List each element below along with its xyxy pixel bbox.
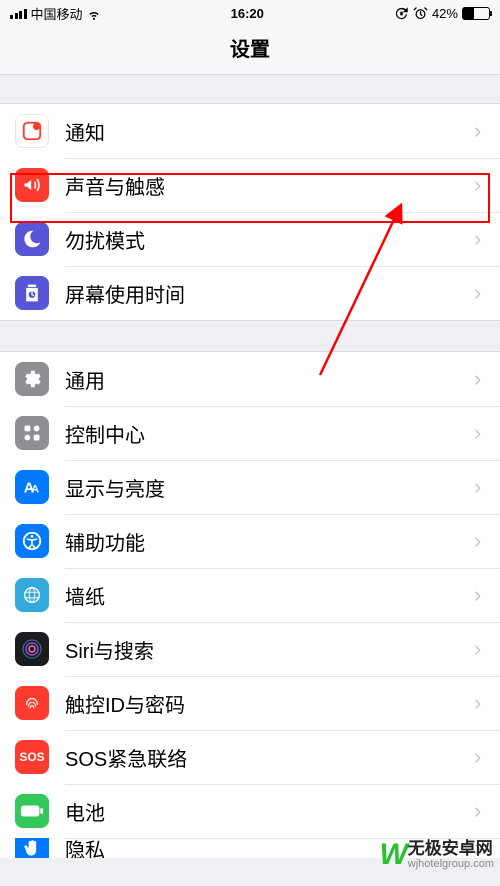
row-battery[interactable]: 电池 ›	[0, 784, 500, 838]
chevron-right-icon: ›	[474, 798, 486, 824]
chevron-right-icon: ›	[474, 690, 486, 716]
row-screen-time[interactable]: 屏幕使用时间 ›	[0, 266, 500, 320]
row-label: 显示与亮度	[65, 473, 474, 502]
row-display-brightness[interactable]: AA 显示与亮度 ›	[0, 460, 500, 514]
settings-group-1: 通知 › 声音与触感 › 勿扰模式 › 屏幕使用时间 ›	[0, 103, 500, 321]
dnd-moon-icon	[15, 222, 49, 256]
chevron-right-icon: ›	[474, 420, 486, 446]
row-label: 控制中心	[65, 419, 474, 448]
row-wallpaper[interactable]: 墙纸 ›	[0, 568, 500, 622]
battery-row-icon	[15, 794, 49, 828]
row-label: 声音与触感	[65, 171, 474, 200]
touch-id-icon	[15, 686, 49, 720]
row-sos[interactable]: SOS SOS紧急联络 ›	[0, 730, 500, 784]
control-center-icon	[15, 416, 49, 450]
row-do-not-disturb[interactable]: 勿扰模式 ›	[0, 212, 500, 266]
row-label: 勿扰模式	[65, 225, 474, 254]
row-label: 电池	[65, 797, 474, 826]
rotation-lock-icon	[394, 6, 409, 21]
row-touch-id-passcode[interactable]: 触控ID与密码 ›	[0, 676, 500, 730]
chevron-right-icon: ›	[474, 474, 486, 500]
watermark-url: wjhotelgroup.com	[408, 858, 494, 870]
status-right: 42%	[394, 6, 490, 21]
row-label: 屏幕使用时间	[65, 279, 474, 308]
chevron-right-icon: ›	[474, 528, 486, 554]
carrier-label: 中国移动	[31, 4, 83, 23]
row-control-center[interactable]: 控制中心 ›	[0, 406, 500, 460]
row-accessibility[interactable]: 辅助功能 ›	[0, 514, 500, 568]
status-left: 中国移动	[10, 4, 101, 23]
row-label: 隐私	[65, 838, 474, 858]
wallpaper-icon	[15, 578, 49, 612]
privacy-hand-icon	[15, 838, 49, 858]
chevron-right-icon: ›	[474, 118, 486, 144]
status-bar: 中国移动 16:20 42%	[0, 0, 500, 25]
signal-icon	[10, 9, 27, 19]
chevron-right-icon: ›	[474, 280, 486, 306]
display-icon: AA	[15, 470, 49, 504]
row-siri-search[interactable]: Siri与搜索 ›	[0, 622, 500, 676]
status-time: 16:20	[231, 6, 264, 21]
row-notifications[interactable]: 通知 ›	[0, 104, 500, 158]
settings-group-2: 通用 › 控制中心 › AA 显示与亮度 › 辅助功能 › 墙纸 › Siri与…	[0, 351, 500, 858]
chevron-right-icon: ›	[474, 838, 486, 858]
chevron-right-icon: ›	[474, 744, 486, 770]
row-label: 触控ID与密码	[65, 689, 474, 718]
row-label: 通知	[65, 117, 474, 146]
alarm-icon	[413, 6, 428, 21]
chevron-right-icon: ›	[474, 636, 486, 662]
siri-icon	[15, 632, 49, 666]
row-sounds-haptics[interactable]: 声音与触感 ›	[0, 158, 500, 212]
row-label: 通用	[65, 365, 474, 394]
accessibility-icon	[15, 524, 49, 558]
gear-icon	[15, 362, 49, 396]
chevron-right-icon: ›	[474, 582, 486, 608]
sos-icon: SOS	[15, 740, 49, 774]
wifi-icon	[87, 7, 101, 21]
battery-pct: 42%	[432, 6, 458, 21]
sounds-icon	[15, 168, 49, 202]
row-privacy[interactable]: 隐私 ›	[0, 838, 500, 858]
chevron-right-icon: ›	[474, 172, 486, 198]
row-label: 墙纸	[65, 581, 474, 610]
chevron-right-icon: ›	[474, 226, 486, 252]
row-label: SOS紧急联络	[65, 743, 474, 772]
row-label: Siri与搜索	[65, 635, 474, 664]
row-general[interactable]: 通用 ›	[0, 352, 500, 406]
chevron-right-icon: ›	[474, 366, 486, 392]
battery-icon	[462, 7, 490, 20]
svg-text:A: A	[31, 484, 39, 496]
screen-time-icon	[15, 276, 49, 310]
row-label: 辅助功能	[65, 527, 474, 556]
notifications-icon	[15, 114, 49, 148]
page-title: 设置	[0, 25, 500, 75]
